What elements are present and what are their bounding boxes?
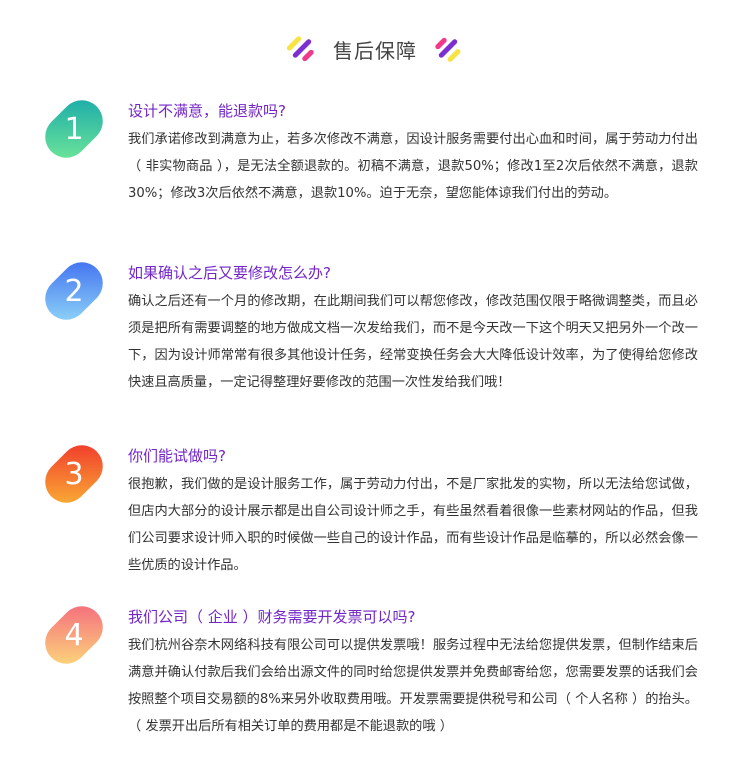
page-title: 售后保障 — [333, 38, 417, 63]
faq-question: 如果确认之后又要修改怎么办? — [128, 264, 331, 282]
section-header: 售后保障 — [0, 32, 750, 66]
faq-answer: 确认之后还有一个月的修改期，在此期间我们可以帮您修改，修改范围仅限于略微调整类，… — [128, 294, 698, 390]
number-badge-label: 1 — [64, 111, 84, 147]
faq-answer: 我们杭州谷奈木网络科技有限公司可以提供发票哦！服务过程中无法给您提供发票，但制作… — [128, 638, 698, 734]
decorative-stripes-icon — [285, 34, 319, 64]
faq-question: 我们公司（ 企业 ）财务需要开发票可以吗? — [128, 608, 416, 626]
faq-question: 设计不满意，能退款吗? — [128, 102, 286, 120]
number-badge-label: 3 — [64, 456, 84, 492]
decorative-stripes-icon — [431, 34, 465, 64]
number-badge-label: 4 — [64, 617, 84, 653]
faq-answer: 很抱歉，我们做的是设计服务工作，属于劳动力付出，不是厂家批发的实物，所以无法给您… — [128, 477, 698, 573]
number-badge-label: 2 — [64, 273, 84, 309]
faq-answer: 我们承诺修改到满意为止，若多次修改不满意，因设计服务需要付出心血和时间，属于劳动… — [128, 132, 698, 201]
faq-question: 你们能试做吗? — [128, 447, 226, 465]
